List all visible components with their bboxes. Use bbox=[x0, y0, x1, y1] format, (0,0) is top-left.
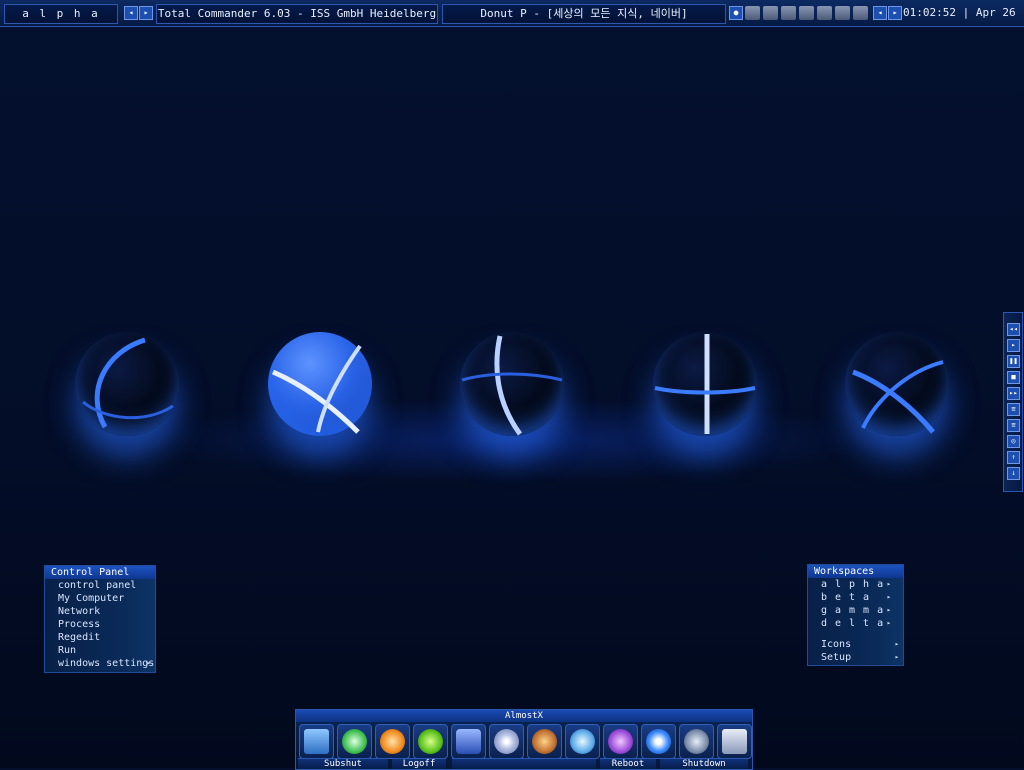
control-panel-menu: Control Panel control panel My Computer … bbox=[44, 565, 156, 673]
wallpaper-sphere bbox=[460, 332, 564, 436]
tray-app-icon[interactable] bbox=[781, 6, 796, 20]
menu-item-label: gamma bbox=[821, 605, 892, 616]
workspace-item-gamma[interactable]: gamma ▸ bbox=[808, 604, 903, 617]
media-player-icon[interactable] bbox=[413, 724, 448, 759]
submenu-arrow-icon: ▸ bbox=[886, 593, 899, 601]
submenu-arrow-icon: ▸ bbox=[886, 619, 899, 627]
almostx-dock: AlmostX Subshut Logoff Reboot Shutdown bbox=[295, 709, 753, 770]
tray-prev-button[interactable]: ◂ bbox=[873, 6, 887, 20]
tray-menu-icon[interactable]: ● bbox=[729, 6, 743, 20]
control-panel-title: Control Panel bbox=[45, 566, 155, 579]
menu-item-label: windows settings bbox=[58, 658, 155, 669]
wallpaper-sphere bbox=[268, 332, 372, 436]
display-settings-icon[interactable] bbox=[717, 724, 752, 759]
menu-item-run[interactable]: Run bbox=[45, 644, 155, 657]
tray-app-icon[interactable] bbox=[763, 6, 778, 20]
menu-item-setup[interactable]: Setup ▸ bbox=[808, 651, 903, 664]
workspace-item-alpha[interactable]: alpha ▸ bbox=[808, 578, 903, 591]
prev-workspace-button[interactable]: ◂ bbox=[124, 6, 138, 20]
workspace-item-beta[interactable]: beta ▸ bbox=[808, 591, 903, 604]
menu-item-label: delta bbox=[821, 618, 892, 629]
menu-item-windows-settings[interactable]: windows settings ▸ bbox=[45, 657, 155, 670]
eye-icon[interactable] bbox=[375, 724, 410, 759]
cd-icon[interactable] bbox=[489, 724, 524, 759]
pause-button[interactable]: ❚❚ bbox=[1007, 355, 1020, 368]
image-viewer-icon[interactable] bbox=[527, 724, 562, 759]
workspace-label[interactable]: a l p h a bbox=[4, 4, 118, 24]
menu-item-regedit[interactable]: Regedit bbox=[45, 631, 155, 644]
workspaces-menu: Workspaces alpha ▸ beta ▸ gamma ▸ delta ▸ Ic… bbox=[807, 564, 904, 666]
dock-slider[interactable] bbox=[452, 758, 596, 769]
submenu-arrow-icon: ▸ bbox=[894, 653, 899, 661]
network-icon[interactable] bbox=[337, 724, 372, 759]
tray-app-icon[interactable] bbox=[817, 6, 832, 20]
play-button[interactable]: ▸ bbox=[1007, 339, 1020, 352]
settings-button[interactable]: ◎ bbox=[1007, 435, 1020, 448]
submenu-arrow-icon: ▸ bbox=[886, 580, 899, 588]
tray-app-icon[interactable] bbox=[745, 6, 760, 20]
submenu-arrow-icon: ▸ bbox=[894, 640, 899, 648]
subshut-button[interactable]: Subshut bbox=[298, 758, 388, 769]
task-donut-browser[interactable]: Donut P - [세상의 모든 지식, 네이버] bbox=[442, 4, 726, 24]
rewind-button[interactable]: ◂◂ bbox=[1007, 323, 1020, 336]
workspaces-title: Workspaces bbox=[808, 565, 903, 578]
menu-item-label: Setup bbox=[821, 652, 852, 663]
media-control-bar: ◂◂ ▸ ❚❚ ■ ▸▸ ≡ ≡ ◎ ↑ ↓ bbox=[1003, 312, 1023, 492]
menu-item-network[interactable]: Network bbox=[45, 605, 155, 618]
task-total-commander[interactable]: Total Commander 6.03 - ISS GmbH Heidelbe… bbox=[156, 4, 438, 24]
shutdown-button[interactable]: Shutdown bbox=[660, 758, 748, 769]
tray-app-icon[interactable] bbox=[835, 6, 850, 20]
menu-item-process[interactable]: Process bbox=[45, 618, 155, 631]
dock-title: AlmostX bbox=[296, 710, 752, 722]
clock: 01:02:52 | Apr 26 Tue bbox=[903, 6, 1021, 19]
computer-icon[interactable] bbox=[299, 724, 334, 759]
tray-next-button[interactable]: ▸ bbox=[888, 6, 902, 20]
tray-app-icon[interactable] bbox=[853, 6, 868, 20]
netscape-icon[interactable] bbox=[679, 724, 714, 759]
submenu-arrow-icon: ▸ bbox=[886, 606, 899, 614]
playlist-button[interactable]: ≡ bbox=[1007, 419, 1020, 432]
music-icon[interactable] bbox=[603, 724, 638, 759]
internet-explorer-icon[interactable] bbox=[641, 724, 676, 759]
tray-app-icon[interactable] bbox=[799, 6, 814, 20]
menu-item-label: alpha bbox=[821, 579, 892, 590]
audio-icon[interactable] bbox=[565, 724, 600, 759]
film-icon[interactable] bbox=[451, 724, 486, 759]
volume-down-button[interactable]: ↓ bbox=[1007, 467, 1020, 480]
menu-item-control-panel[interactable]: control panel bbox=[45, 579, 155, 592]
wallpaper-sphere bbox=[75, 332, 179, 436]
menu-item-my-computer[interactable]: My Computer bbox=[45, 592, 155, 605]
eject-button[interactable]: ≡ bbox=[1007, 403, 1020, 416]
stop-button[interactable]: ■ bbox=[1007, 371, 1020, 384]
wallpaper-sphere bbox=[653, 332, 757, 436]
volume-up-button[interactable]: ↑ bbox=[1007, 451, 1020, 464]
workspace-item-delta[interactable]: delta ▸ bbox=[808, 617, 903, 630]
logoff-button[interactable]: Logoff bbox=[392, 758, 446, 769]
top-taskbar: a l p h a ◂ ▸ Total Commander 6.03 - ISS… bbox=[0, 0, 1024, 27]
menu-item-icons[interactable]: Icons ▸ bbox=[808, 638, 903, 651]
next-workspace-button[interactable]: ▸ bbox=[139, 6, 153, 20]
menu-item-label: Icons bbox=[821, 639, 852, 650]
forward-button[interactable]: ▸▸ bbox=[1007, 387, 1020, 400]
reboot-button[interactable]: Reboot bbox=[600, 758, 656, 769]
wallpaper-sphere bbox=[845, 332, 949, 436]
menu-separator bbox=[808, 630, 903, 638]
menu-item-label: beta bbox=[821, 592, 878, 603]
submenu-arrow-icon: ▸ bbox=[146, 659, 151, 667]
